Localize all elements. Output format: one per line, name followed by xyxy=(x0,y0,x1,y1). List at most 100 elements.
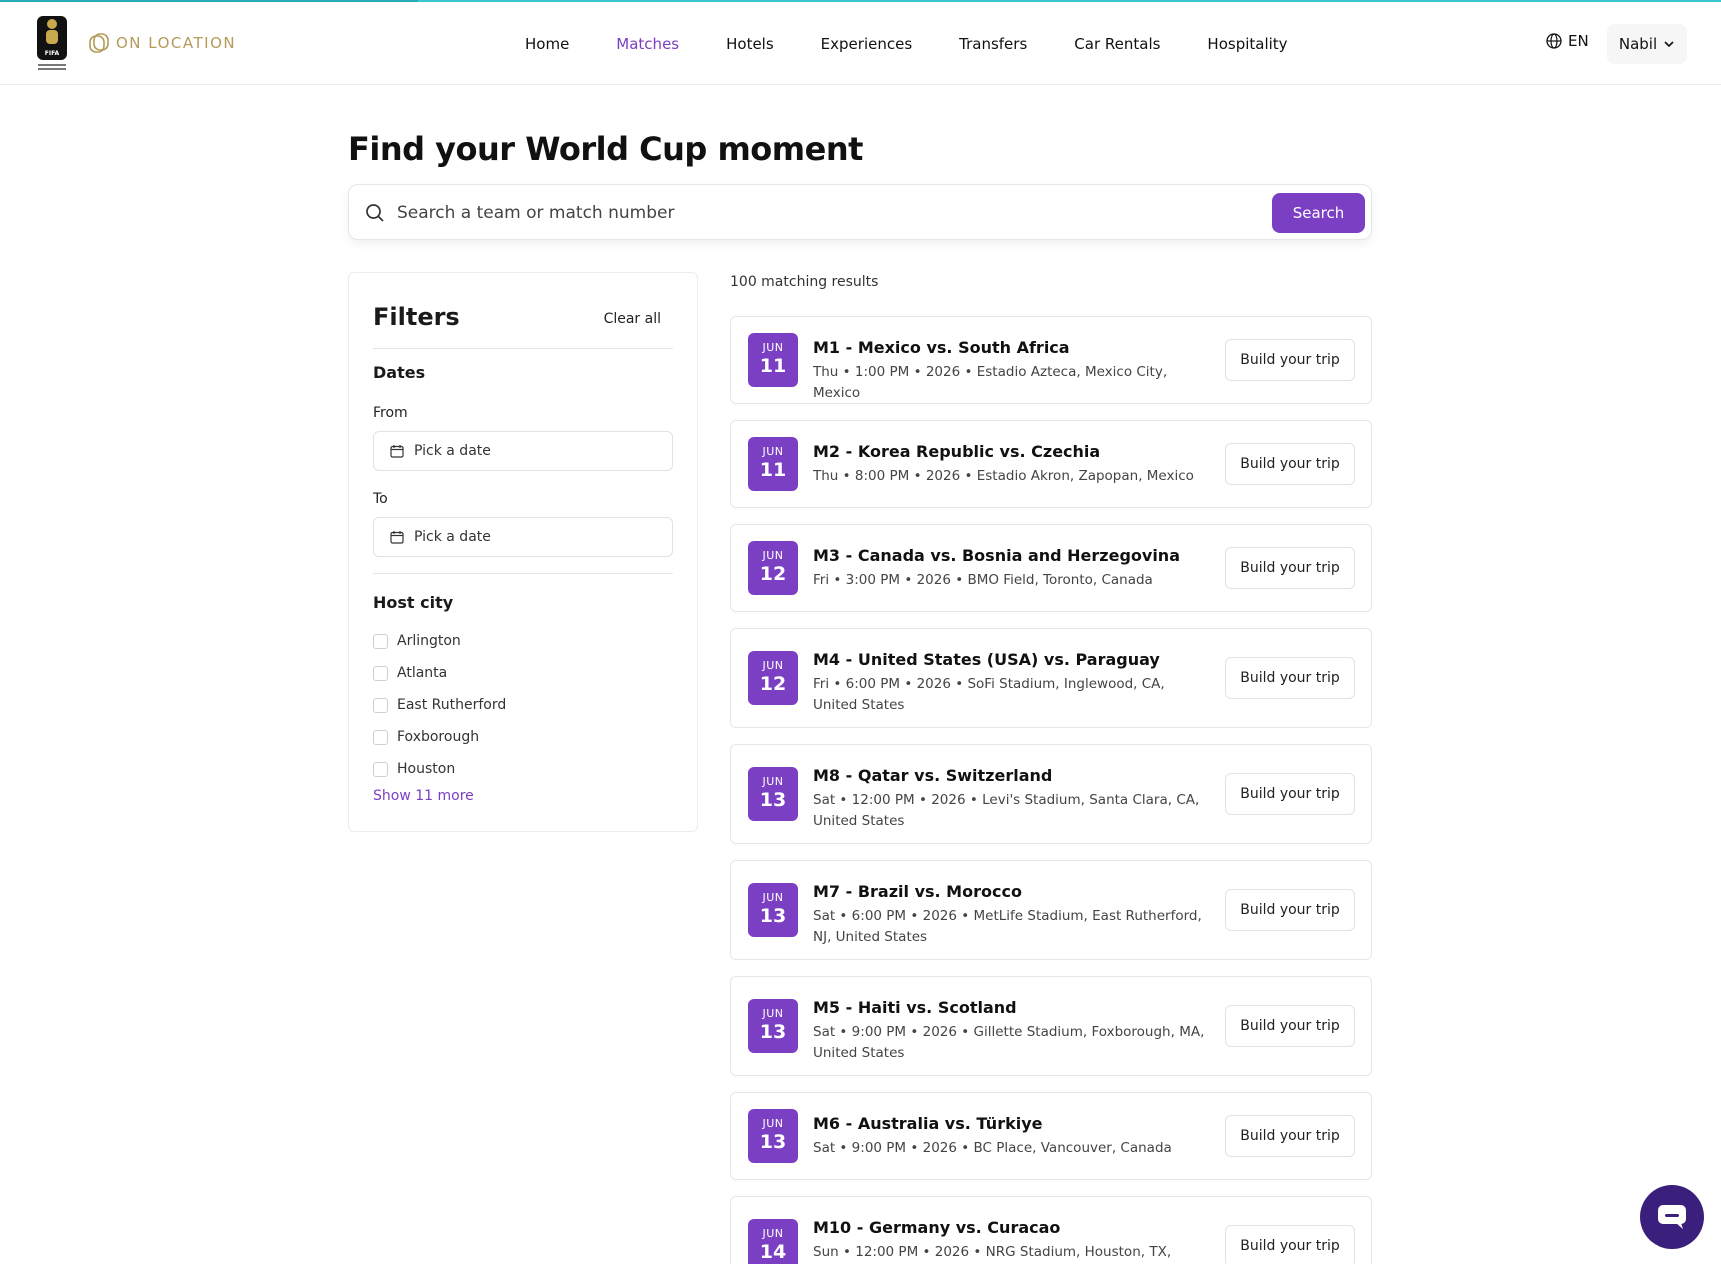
match-card[interactable]: JUN 13 M5 - Haiti vs. Scotland Sat • 9:00 P… xyxy=(730,976,1372,1076)
dates-heading: Dates xyxy=(373,363,426,382)
main-nav: Home Matches Hotels Experiences Transfer… xyxy=(525,2,1335,85)
nav-matches[interactable]: Matches xyxy=(616,35,679,53)
build-trip-button[interactable]: Build your trip xyxy=(1225,889,1355,931)
nav-car-rentals[interactable]: Car Rentals xyxy=(1074,35,1160,53)
chevron-down-icon xyxy=(1664,41,1674,48)
chat-icon xyxy=(1658,1205,1686,1229)
match-info: M4 - United States (USA) vs. Paraguay Fri… xyxy=(813,649,1208,716)
match-info: M5 - Haiti vs. Scotland Sat • 9:00 PM • 2… xyxy=(813,997,1208,1064)
match-card[interactable]: JUN 14 M10 - Germany vs. Curacao Sun • 12:0… xyxy=(730,1196,1372,1264)
from-date-placeholder: Pick a date xyxy=(414,443,491,459)
to-date-picker[interactable]: Pick a date xyxy=(373,517,673,557)
match-title: M5 - Haiti vs. Scotland xyxy=(813,998,1017,1017)
language-selector[interactable]: EN xyxy=(1546,32,1589,50)
match-info: M10 - Germany vs. Curacao Sun • 12:00 PM … xyxy=(813,1217,1208,1264)
match-details: Sun • 12:00 PM • 2026 • NRG Stadium, Hou… xyxy=(813,1244,1172,1260)
match-month: JUN xyxy=(762,775,784,788)
build-trip-button[interactable]: Build your trip xyxy=(1225,657,1355,699)
search-icon xyxy=(366,204,384,222)
match-title: M8 - Qatar vs. Switzerland xyxy=(813,766,1053,785)
city-option-houston[interactable]: Houston xyxy=(373,753,506,785)
search-bar: Search xyxy=(348,184,1372,240)
city-label: Arlington xyxy=(397,633,461,649)
match-day: 11 xyxy=(759,355,787,377)
match-day: 13 xyxy=(759,1131,787,1153)
build-trip-button[interactable]: Build your trip xyxy=(1225,547,1355,589)
match-month: JUN xyxy=(762,891,784,904)
nav-experiences[interactable]: Experiences xyxy=(821,35,912,53)
city-checkbox[interactable] xyxy=(373,729,388,745)
chat-button[interactable] xyxy=(1640,1185,1704,1249)
brand-logo[interactable]: ON LOCATION xyxy=(88,30,236,56)
site-header: FIFA ON LOCATION Home Matches Hotels Exp… xyxy=(0,2,1721,85)
build-trip-button[interactable]: Build your trip xyxy=(1225,1225,1355,1264)
globe-icon xyxy=(1546,33,1562,49)
build-trip-button[interactable]: Build your trip xyxy=(1225,773,1355,815)
match-card[interactable]: JUN 13 M7 - Brazil vs. Morocco Sat • 6:00 P… xyxy=(730,860,1372,960)
to-label: To xyxy=(373,491,388,507)
filters-panel: Filters Clear all Dates From Pick a date… xyxy=(348,272,698,832)
filters-title: Filters xyxy=(373,303,460,331)
match-date-badge: JUN 13 xyxy=(748,1109,798,1163)
match-card[interactable]: JUN 12 M4 - United States (USA) vs. Paragu… xyxy=(730,628,1372,728)
match-day: 13 xyxy=(759,789,787,811)
city-option-arlington[interactable]: Arlington xyxy=(373,625,506,657)
clear-all-button[interactable]: Clear all xyxy=(604,311,661,327)
nav-hospitality[interactable]: Hospitality xyxy=(1207,35,1287,53)
city-checkbox[interactable] xyxy=(373,633,388,649)
city-checkbox[interactable] xyxy=(373,665,388,681)
match-title: M10 - Germany vs. Curacao xyxy=(813,1218,1061,1237)
match-month: JUN xyxy=(762,1007,784,1020)
nav-home[interactable]: Home xyxy=(525,35,569,53)
build-trip-button[interactable]: Build your trip xyxy=(1225,1005,1355,1047)
search-button[interactable]: Search xyxy=(1272,193,1365,233)
match-date-badge: JUN 12 xyxy=(748,651,798,705)
match-card[interactable]: JUN 13 M8 - Qatar vs. Switzerland Sat • 12:… xyxy=(730,744,1372,844)
match-details: Thu • 8:00 PM • 2026 • Estadio Akron, Za… xyxy=(813,468,1194,484)
nav-hotels[interactable]: Hotels xyxy=(726,35,774,53)
svg-text:FIFA: FIFA xyxy=(45,50,60,57)
match-month: JUN xyxy=(762,1227,784,1240)
match-info: M7 - Brazil vs. Morocco Sat • 6:00 PM • 2… xyxy=(813,881,1208,948)
match-day: 11 xyxy=(759,459,787,481)
match-day: 14 xyxy=(759,1241,787,1263)
match-card[interactable]: JUN 11 M1 - Mexico vs. South Africa Thu • 1… xyxy=(730,316,1372,404)
match-card[interactable]: JUN 12 M3 - Canada vs. Bosnia and Herzegov… xyxy=(730,524,1372,612)
match-date-badge: JUN 13 xyxy=(748,883,798,937)
results-list: JUN 11 M1 - Mexico vs. South Africa Thu • 1… xyxy=(730,316,1372,1264)
calendar-icon xyxy=(390,531,404,544)
brand-name: ON LOCATION xyxy=(116,34,237,52)
results-count: 100 matching results xyxy=(730,274,879,290)
fifa-logo-icon[interactable]: FIFA xyxy=(34,14,70,74)
match-day: 13 xyxy=(759,1021,787,1043)
city-checkbox[interactable] xyxy=(373,697,388,713)
match-info: M3 - Canada vs. Bosnia and Herzegovina Fr… xyxy=(813,545,1208,591)
to-date-placeholder: Pick a date xyxy=(414,529,491,545)
host-city-heading: Host city xyxy=(373,593,454,612)
match-details: Fri • 3:00 PM • 2026 • BMO Field, Toront… xyxy=(813,572,1153,588)
show-more-cities-link[interactable]: Show 11 more xyxy=(373,788,474,804)
from-label: From xyxy=(373,405,408,421)
user-menu-button[interactable]: Nabil xyxy=(1607,24,1687,64)
divider xyxy=(373,348,673,349)
match-month: JUN xyxy=(762,549,784,562)
user-name: Nabil xyxy=(1618,35,1658,53)
language-label: EN xyxy=(1568,32,1589,50)
from-date-picker[interactable]: Pick a date xyxy=(373,431,673,471)
city-label: Foxborough xyxy=(397,729,480,745)
match-title: M3 - Canada vs. Bosnia and Herzegovina xyxy=(813,546,1180,565)
build-trip-button[interactable]: Build your trip xyxy=(1225,339,1355,381)
match-date-badge: JUN 13 xyxy=(748,999,798,1053)
match-card[interactable]: JUN 11 M2 - Korea Republic vs. Czechia Thu … xyxy=(730,420,1372,508)
match-card[interactable]: JUN 13 M6 - Australia vs. Türkiye Sat • 9:0… xyxy=(730,1092,1372,1180)
match-day: 13 xyxy=(759,905,787,927)
search-input[interactable] xyxy=(397,195,1197,231)
nav-transfers[interactable]: Transfers xyxy=(959,35,1027,53)
city-option-east-rutherford[interactable]: East Rutherford xyxy=(373,689,506,721)
city-option-atlanta[interactable]: Atlanta xyxy=(373,657,506,689)
build-trip-button[interactable]: Build your trip xyxy=(1225,443,1355,485)
city-option-foxborough[interactable]: Foxborough xyxy=(373,721,506,753)
city-checkbox[interactable] xyxy=(373,761,388,777)
build-trip-button[interactable]: Build your trip xyxy=(1225,1115,1355,1157)
match-details: Sat • 9:00 PM • 2026 • BC Place, Vancouv… xyxy=(813,1140,1172,1156)
